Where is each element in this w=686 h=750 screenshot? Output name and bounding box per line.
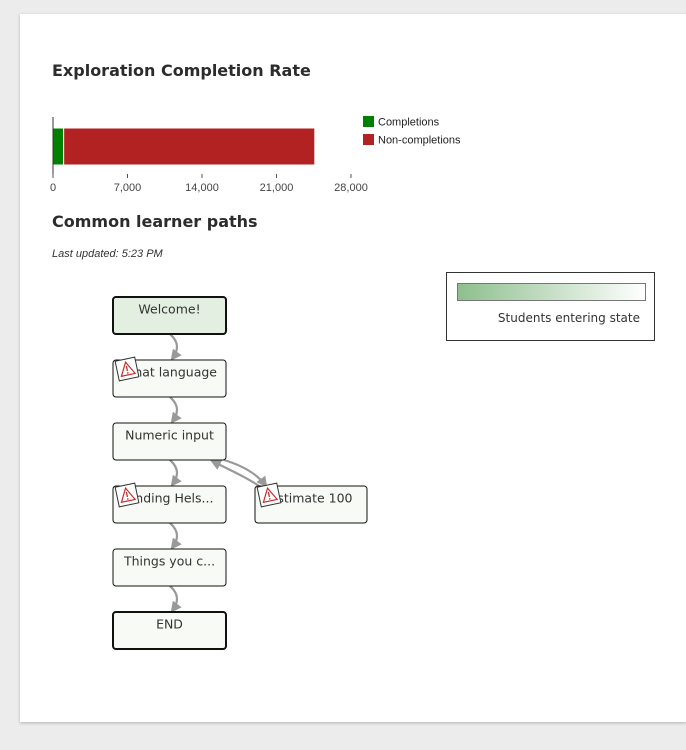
learner-paths-graph: Welcome! What language Numeric input Findin… [112, 296, 368, 650]
state-node-label: Estimate 100 [269, 491, 352, 506]
edge-numeric-to-helsinki [169, 459, 182, 487]
legend-label: Students entering state [497, 311, 640, 325]
state-node-label: END [156, 617, 183, 632]
edge-things-to-end [169, 585, 182, 613]
state-node-welcome: Welcome! [112, 296, 227, 335]
edge-helsinki-to-things [169, 522, 182, 550]
warning-icon [114, 482, 140, 508]
state-node-label: Welcome! [138, 302, 200, 317]
state-node-language: What language [112, 356, 227, 398]
state-node-numeric: Numeric input [112, 422, 227, 461]
state-node-label: Things you c... [123, 554, 215, 569]
legend-gradient-bar [457, 283, 646, 301]
warning-icon [256, 482, 282, 508]
warning-icon [114, 356, 140, 382]
edge-language-to-numeric [169, 396, 182, 424]
edge-numeric-to-estimate [223, 458, 268, 488]
state-node-estimate: Estimate 100 [254, 482, 368, 524]
state-node-end: END [112, 611, 227, 650]
state-legend: Students entering state [446, 272, 655, 341]
state-node-things: Things you c... [112, 548, 227, 587]
state-node-label: Finding Hels... [126, 491, 214, 506]
state-node-helsinki: Finding Hels... [112, 482, 227, 524]
state-node-label: Numeric input [125, 428, 214, 443]
edge-welcome-to-language [169, 333, 182, 361]
